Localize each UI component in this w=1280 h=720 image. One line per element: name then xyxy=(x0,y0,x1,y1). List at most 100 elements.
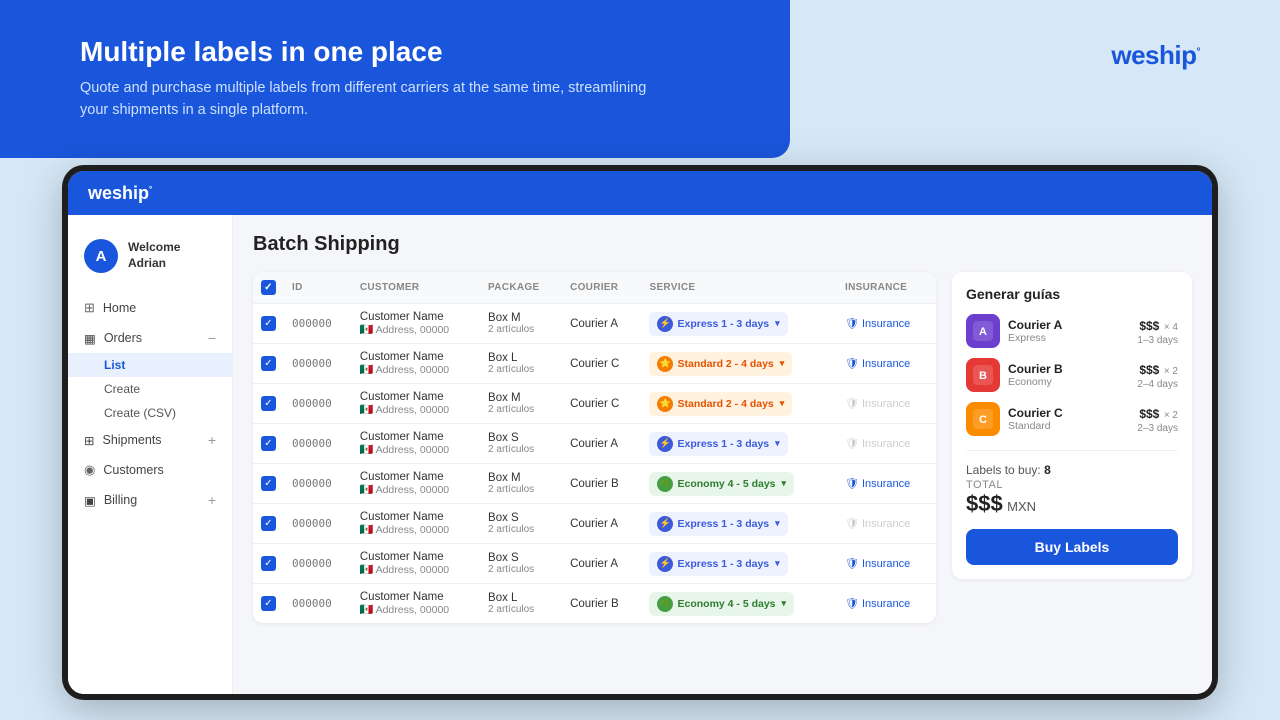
chevron-down-icon: ▾ xyxy=(775,558,780,569)
courier-logo: C xyxy=(966,402,1000,436)
service-dropdown[interactable]: ⚡ Express 1 - 3 days ▾ xyxy=(649,312,787,336)
shipments-icon: ⊞ xyxy=(84,433,94,448)
app-header-logo: weship° xyxy=(88,183,152,204)
price-count: × 2 xyxy=(1164,366,1178,377)
sidebar-item-customers[interactable]: ◉ Customers xyxy=(68,455,232,485)
row-cb[interactable]: ✓ xyxy=(261,556,276,571)
courier-name: Courier B xyxy=(1008,362,1129,376)
row-cb[interactable]: ✓ xyxy=(261,436,276,451)
service-dropdown[interactable]: ⚡ Express 1 - 3 days ▾ xyxy=(649,512,787,536)
sidebar-item-home[interactable]: ⊞ Home xyxy=(68,293,232,323)
row-id: 000000 xyxy=(284,424,352,464)
row-checkbox[interactable]: ✓ xyxy=(253,504,284,544)
service-dropdown[interactable]: ⚡ Express 1 - 3 days ▾ xyxy=(649,432,787,456)
row-checkbox[interactable]: ✓ xyxy=(253,424,284,464)
table-row: ✓ 000000 Customer Name 🇲🇽Address, 00000 … xyxy=(253,504,936,544)
row-customer: Customer Name 🇲🇽Address, 00000 xyxy=(352,384,480,424)
row-service[interactable]: ⭐ Standard 2 - 4 days ▾ xyxy=(641,384,837,424)
row-courier: Courier B xyxy=(562,464,641,504)
row-courier: Courier A xyxy=(562,544,641,584)
row-insurance: 🛡 Insurance xyxy=(837,304,936,344)
service-label: Express 1 - 3 days xyxy=(677,518,769,530)
row-service[interactable]: 🌿 Economy 4 - 5 days ▾ xyxy=(641,464,837,504)
row-insurance: 🛡 Insurance xyxy=(837,544,936,584)
insurance-icon: 🛡 xyxy=(845,597,859,610)
col-header-package: PACKAGE xyxy=(480,272,562,304)
courier-info: Courier B Economy xyxy=(1008,362,1129,388)
table-row: ✓ 000000 Customer Name 🇲🇽Address, 00000 … xyxy=(253,344,936,384)
row-service[interactable]: ⚡ Express 1 - 3 days ▾ xyxy=(641,544,837,584)
row-cb[interactable]: ✓ xyxy=(261,356,276,371)
insurance-icon: 🛡 xyxy=(845,517,859,530)
sidebar-subitem-list[interactable]: List xyxy=(68,353,232,377)
row-service[interactable]: ⭐ Standard 2 - 4 days ▾ xyxy=(641,344,837,384)
orders-collapse-icon[interactable]: − xyxy=(208,330,216,346)
row-checkbox[interactable]: ✓ xyxy=(253,584,284,624)
courier-info: Courier C Standard xyxy=(1008,406,1129,432)
row-insurance: 🛡 Insurance xyxy=(837,504,936,544)
courier-info: Courier A Express xyxy=(1008,318,1129,344)
insurance-label: Insurance xyxy=(862,358,910,370)
table-area: ✓ ID CUSTOMER PACKAGE COURIER SERVICE IN… xyxy=(253,272,1192,623)
price-days: 2–4 days xyxy=(1137,379,1178,390)
row-package: Box L 2 artículos xyxy=(480,344,562,384)
row-checkbox[interactable]: ✓ xyxy=(253,544,284,584)
service-dropdown[interactable]: ⭐ Standard 2 - 4 days ▾ xyxy=(649,352,792,376)
select-all-checkbox[interactable]: ✓ xyxy=(261,280,276,295)
row-id: 000000 xyxy=(284,584,352,624)
table-row: ✓ 000000 Customer Name 🇲🇽Address, 00000 … xyxy=(253,424,936,464)
service-dropdown[interactable]: ⚡ Express 1 - 3 days ▾ xyxy=(649,552,787,576)
row-cb[interactable]: ✓ xyxy=(261,516,276,531)
row-service[interactable]: ⚡ Express 1 - 3 days ▾ xyxy=(641,504,837,544)
row-insurance: 🛡 Insurance xyxy=(837,384,936,424)
row-courier: Courier A xyxy=(562,304,641,344)
shipments-expand-icon[interactable]: + xyxy=(208,432,216,448)
device-frame: weship° A Welcome Adrian ⊞ Home xyxy=(62,165,1218,700)
row-checkbox[interactable]: ✓ xyxy=(253,384,284,424)
top-logo-text: weship° xyxy=(1111,40,1200,71)
insurance-label: Insurance xyxy=(862,598,910,610)
table-row: ✓ 000000 Customer Name 🇲🇽Address, 00000 … xyxy=(253,384,936,424)
svg-text:C: C xyxy=(979,414,987,426)
sidebar-item-orders[interactable]: ▦ Orders − xyxy=(68,323,232,353)
insurance-icon: 🛡 xyxy=(845,557,859,570)
row-service[interactable]: 🌿 Economy 4 - 5 days ▾ xyxy=(641,584,837,624)
row-package: Box M 2 artículos xyxy=(480,384,562,424)
row-package: Box S 2 artículos xyxy=(480,544,562,584)
page-title: Batch Shipping xyxy=(253,233,1192,256)
row-cb[interactable]: ✓ xyxy=(261,476,276,491)
sidebar: A Welcome Adrian ⊞ Home ▦ Orders xyxy=(68,215,233,694)
labels-count: Labels to buy: 8 xyxy=(966,463,1178,477)
sidebar-item-billing[interactable]: ▣ Billing + xyxy=(68,485,232,515)
row-checkbox[interactable]: ✓ xyxy=(253,304,284,344)
courier-row-2: C Courier C Standard $$$ × 2 2–3 days xyxy=(966,402,1178,436)
service-dropdown[interactable]: 🌿 Economy 4 - 5 days ▾ xyxy=(649,472,794,496)
courier-logo-icon: B xyxy=(973,365,993,385)
total-price: $$$ xyxy=(966,491,1003,516)
buy-section: Labels to buy: 8 TOTAL $$$ MXN Buy Label… xyxy=(966,450,1178,565)
sidebar-subitem-create[interactable]: Create xyxy=(68,377,232,401)
row-checkbox[interactable]: ✓ xyxy=(253,344,284,384)
chevron-down-icon: ▾ xyxy=(782,478,787,489)
sidebar-subitem-create-csv[interactable]: Create (CSV) xyxy=(68,401,232,425)
table-row: ✓ 000000 Customer Name 🇲🇽Address, 00000 … xyxy=(253,304,936,344)
row-insurance: 🛡 Insurance xyxy=(837,424,936,464)
svg-text:A: A xyxy=(979,326,987,338)
sidebar-item-shipments[interactable]: ⊞ Shipments + xyxy=(68,425,232,455)
row-service[interactable]: ⚡ Express 1 - 3 days ▾ xyxy=(641,304,837,344)
billing-expand-icon[interactable]: + xyxy=(208,492,216,508)
col-header-courier: COURIER xyxy=(562,272,641,304)
buy-labels-button[interactable]: Buy Labels xyxy=(966,529,1178,565)
row-cb[interactable]: ✓ xyxy=(261,596,276,611)
row-service[interactable]: ⚡ Express 1 - 3 days ▾ xyxy=(641,424,837,464)
row-checkbox[interactable]: ✓ xyxy=(253,464,284,504)
service-dropdown[interactable]: 🌿 Economy 4 - 5 days ▾ xyxy=(649,592,794,616)
row-cb[interactable]: ✓ xyxy=(261,316,276,331)
price-days: 1–3 days xyxy=(1137,335,1178,346)
service-label: Express 1 - 3 days xyxy=(677,558,769,570)
insurance-label: Insurance xyxy=(862,398,910,410)
row-package: Box S 2 artículos xyxy=(480,424,562,464)
chevron-down-icon: ▾ xyxy=(775,318,780,329)
row-cb[interactable]: ✓ xyxy=(261,396,276,411)
service-dropdown[interactable]: ⭐ Standard 2 - 4 days ▾ xyxy=(649,392,792,416)
